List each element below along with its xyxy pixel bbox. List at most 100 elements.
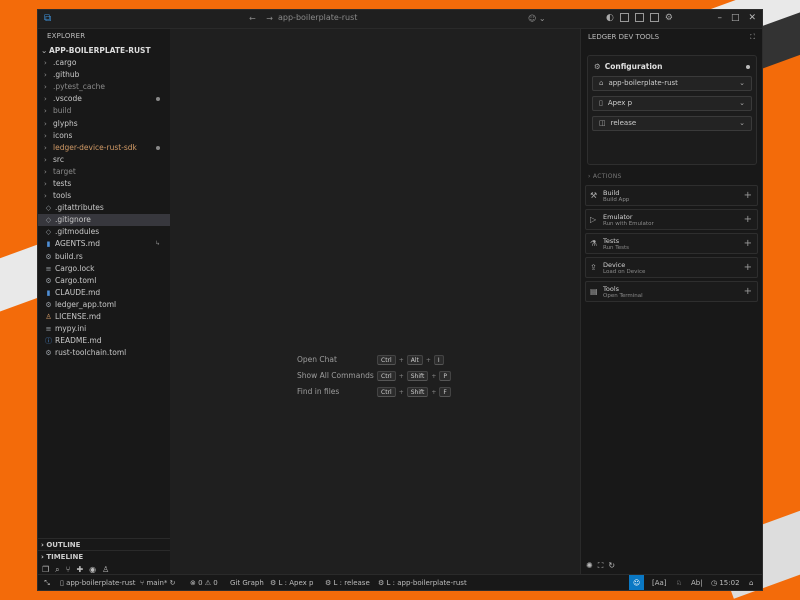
status-ab[interactable]: Ab| [691,575,703,590]
status-device[interactable]: ⚙ L : Apex p [270,575,313,590]
tree-item[interactable]: › .vscode [38,93,170,105]
remote-icon[interactable]: ⤡ [38,575,56,590]
tree-item[interactable]: ≡ Cargo.lock [38,263,170,275]
tree-item[interactable]: › .github [38,69,170,81]
action-emulator[interactable]: ▷ Emulator Run with Emulator + [585,209,758,230]
back-arrow-icon[interactable]: ← [249,14,256,23]
add-icon[interactable]: + [744,286,752,297]
tree-item[interactable]: ▮ CLAUDE.md [38,287,170,299]
add-icon[interactable]: + [744,214,752,225]
timeline-section[interactable]: › TIMELINE [38,550,170,562]
command-center-search[interactable]: app-boilerplate-rust [278,13,357,22]
tree-item[interactable]: ≡ mypy.ini [38,323,170,335]
chevron-down-icon: ⌄ [41,46,48,55]
chevron-down-icon: ⌄ [739,99,745,107]
explorer-root-folder[interactable]: ⌄ APP-BOILERPLATE-RUST [38,44,170,57]
tree-item-label: README.md [55,336,102,346]
status-profile-label: L : release [333,579,370,587]
chevron-right-icon: › [44,131,47,140]
git-file-icon: ◇ [45,228,52,237]
status-branch[interactable]: ⑂ main* ↻ [140,575,176,590]
terminal-icon: ▤ [590,287,598,296]
ledger-dev-tools-panel: LEDGER DEV TOOLS ⛶ ⚙ Configuration ⌂ app-b… [580,29,762,574]
status-profile[interactable]: ⚙ L : release [325,575,370,590]
tree-item[interactable]: ⚙ ledger_app.toml [38,299,170,311]
tree-item-label: Cargo.toml [55,275,97,285]
window-controls: – □ ✕ [717,13,756,23]
action-device[interactable]: ⇪ Device Load on Device + [585,257,758,278]
tree-item[interactable]: › ledger-device-rust-sdk [38,142,170,154]
debug-icon[interactable]: ✺ [586,561,593,571]
tree-item[interactable]: › tests [38,178,170,190]
status-app[interactable]: ▯ app-boilerplate-rust [60,575,136,590]
tree-item[interactable]: ◇ .gitattributes [38,202,170,214]
add-icon[interactable]: + [744,262,752,273]
tree-item[interactable]: ⚙ Cargo.toml [38,275,170,287]
license-file-icon: ♙ [45,313,52,322]
ledger-icon: ⚙ [378,579,387,587]
add-icon[interactable]: + [744,238,752,249]
tree-item[interactable]: › glyphs [38,117,170,129]
accounts-icon[interactable]: ◐ [606,13,614,23]
action-tests[interactable]: ⚗ Tests Run Tests + [585,233,758,254]
outline-section[interactable]: › OUTLINE [38,538,170,550]
tree-item[interactable]: › icons [38,130,170,142]
maximize-icon[interactable]: □ [731,13,740,23]
tree-item[interactable]: › target [38,166,170,178]
add-icon[interactable]: + [744,190,752,201]
copilot-icon[interactable]: ☺ ⌄ [528,14,546,23]
refresh-icon[interactable]: ↻ [608,561,615,571]
welcome-shortcuts: Open Chat Ctrl + Alt + I Show All Commands… [297,355,452,403]
chevron-down-icon: ⌄ [739,119,745,127]
toggle-panel-icon[interactable] [634,13,644,22]
status-app-target[interactable]: ⚙ L : app-boilerplate-rust [378,575,467,590]
error-icon: ⊗ [190,579,199,587]
maximize-panel-icon[interactable]: ⛶ [750,29,755,46]
tree-item[interactable]: ♙ LICENSE.md [38,311,170,323]
app-select[interactable]: ⌂ app-boilerplate-rust ⌄ [592,76,752,91]
action-build[interactable]: ⚒ Build Build App + [585,185,758,206]
status-aa[interactable]: [Aa] [652,575,667,590]
notifications-icon[interactable]: ⌂ [749,575,753,590]
ledger-icon: ⚙ [270,579,279,587]
profile-select[interactable]: ◫ release ⌄ [592,116,752,131]
tree-item[interactable]: ◇ .gitmodules [38,226,170,238]
tree-item[interactable]: ⚙ rust-toolchain.toml [38,347,170,359]
status-problems[interactable]: ⊗ 0 ⚠ 0 [190,575,218,590]
chevron-right-icon: › [44,192,47,201]
settings-file-icon: ⚙ [45,349,52,358]
minimize-icon[interactable]: – [717,13,722,23]
actions-section-header[interactable]: › ACTIONS [588,173,622,180]
customize-layout-icon[interactable]: ⚙ [665,13,673,23]
forward-arrow-icon[interactable]: → [266,14,273,23]
warning-icon: ⚠ [202,579,214,587]
action-tools[interactable]: ▤ Tools Open Terminal + [585,281,758,302]
tree-item[interactable]: › .pytest_cache [38,81,170,93]
copilot-status-icon[interactable]: ☺ [629,575,645,590]
status-bar: ⤡ ▯ app-boilerplate-rust ⑂ main* ↻ ⊗ 0 ⚠… [38,574,762,590]
tree-item[interactable]: › src [38,154,170,166]
folder-icon: ⌂ [599,79,604,87]
tree-item-label: src [53,154,64,164]
tree-item[interactable]: ⚙ build.rs [38,251,170,263]
tree-item[interactable]: › tools [38,190,170,202]
tree-item[interactable]: ◇ .gitignore [38,214,170,227]
device-select[interactable]: ▯ Apex p ⌄ [592,96,752,111]
tree-item[interactable]: ▮ AGENTS.md ↳ [38,238,170,250]
bell-icon[interactable]: ♘ [676,575,682,590]
markdown-file-icon: ▮ [46,240,51,249]
key-cap: Alt [406,355,423,365]
toggle-sidebar-icon[interactable] [619,13,629,22]
status-time[interactable]: ◷ 15:02 [711,575,740,590]
ledger-icon: ⚙ [325,579,334,587]
close-icon[interactable]: ✕ [748,13,756,23]
toggle-secondary-sidebar-icon[interactable] [649,13,659,22]
status-git-graph[interactable]: Git Graph [230,575,264,590]
vscode-window: ⧉ ← → app-boilerplate-rust ☺ ⌄ ◐ ⚙ – □ ✕… [37,9,763,591]
tree-item-label: tools [53,191,72,201]
screenshot-icon[interactable]: ⛶ [598,561,604,571]
tree-item[interactable]: ⓘ README.md [38,335,170,347]
tree-item[interactable]: › build [38,105,170,117]
tree-item-label: .vscode [53,94,82,104]
tree-item[interactable]: › .cargo [38,57,170,69]
